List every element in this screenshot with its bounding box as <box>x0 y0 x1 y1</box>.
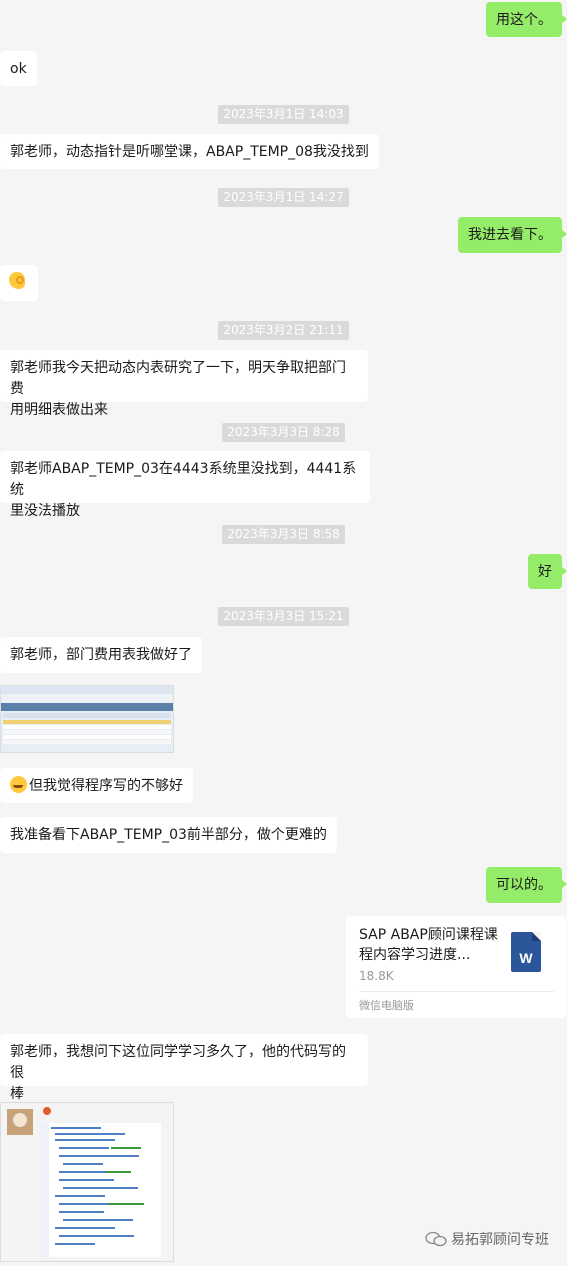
file-name: SAP ABAP顾问课程课 程内容学习进度... <box>359 927 498 963</box>
word-document-icon: W <box>511 932 541 972</box>
message-bubble-own[interactable]: 我进去看下。 <box>458 217 567 253</box>
message-text: 郭老师ABAP_TEMP_03在4443系统里没找到，4441系统 <box>10 461 357 498</box>
message-bubble[interactable]: 但我觉得程序写的不够好 <box>0 768 193 803</box>
message-text: 郭老师，部门费用表我做好了 <box>10 647 192 663</box>
message-bubble-own[interactable]: 可以的。 <box>486 867 567 903</box>
timestamp: 2023年3月3日 15:21 <box>0 605 567 626</box>
sap-report-thumbnail-icon <box>1 686 173 744</box>
timestamp: 2023年3月3日 8:28 <box>0 421 567 442</box>
message-text: 用这个。 <box>496 12 552 28</box>
message-bubble[interactable]: 郭老师，我想问下这位同学学习多久了，他的代码写的很 棒 <box>0 1034 368 1102</box>
chat-area[interactable]: 用这个。 ok 2023年3月1日 14:03 郭老师，动态指针是听哪堂课，AB… <box>0 0 567 1266</box>
file-message-card[interactable]: SAP ABAP顾问课程课 程内容学习进度... W 18.8K 微信电脑版 <box>346 916 566 1018</box>
message-text: 可以的。 <box>496 877 552 893</box>
message-bubble[interactable]: 郭老师，部门费用表我做好了 <box>0 637 202 673</box>
message-text: 郭老师，动态指针是听哪堂课，ABAP_TEMP_08我没找到 <box>10 144 369 160</box>
message-bubble[interactable]: 郭老师ABAP_TEMP_03在4443系统里没找到，4441系统 里没法播放 <box>0 451 370 519</box>
divider <box>359 991 554 992</box>
message-bubble[interactable]: ok <box>0 51 37 86</box>
message-text: ok <box>10 61 27 77</box>
laughing-emoji-icon <box>10 776 27 793</box>
timestamp: 2023年3月1日 14:27 <box>0 186 567 207</box>
timestamp: 2023年3月2日 21:11 <box>0 319 567 340</box>
message-text: 我准备看下ABAP_TEMP_03前半部分，做个更难的 <box>10 827 327 843</box>
message-text: 我进去看下。 <box>468 227 552 243</box>
message-text: 好 <box>538 564 552 580</box>
file-size: 18.8K <box>359 969 394 983</box>
watermark: 易拓郭顾问专班 <box>425 1229 549 1249</box>
screenshot-image[interactable] <box>0 685 174 753</box>
message-text: 郭老师，我想问下这位同学学习多久了，他的代码写的很 <box>10 1044 346 1081</box>
message-text: 但我觉得程序写的不够好 <box>29 778 183 794</box>
message-text: 用明细表做出来 <box>10 402 108 418</box>
message-text: 郭老师我今天把动态内表研究了一下，明天争取把部门费 <box>10 360 346 397</box>
timestamp: 2023年3月1日 14:03 <box>0 103 567 124</box>
wechat-official-account-icon <box>425 1231 447 1247</box>
message-bubble-own[interactable]: 用这个。 <box>486 2 567 37</box>
timestamp: 2023年3月3日 8:58 <box>0 523 567 544</box>
message-bubble[interactable] <box>0 265 38 301</box>
ok-hand-emoji-icon <box>9 272 25 289</box>
code-editor-thumbnail-icon <box>7 1107 161 1257</box>
message-bubble[interactable]: 郭老师我今天把动态内表研究了一下，明天争取把部门费 用明细表做出来 <box>0 350 368 418</box>
message-bubble-own[interactable]: 好 <box>528 554 567 589</box>
message-bubble[interactable]: 我准备看下ABAP_TEMP_03前半部分，做个更难的 <box>0 817 337 853</box>
screenshot-image[interactable] <box>0 1102 174 1262</box>
message-text: 里没法播放 <box>10 503 80 519</box>
message-bubble[interactable]: 郭老师，动态指针是听哪堂课，ABAP_TEMP_08我没找到 <box>0 134 379 169</box>
file-source: 微信电脑版 <box>359 999 414 1012</box>
